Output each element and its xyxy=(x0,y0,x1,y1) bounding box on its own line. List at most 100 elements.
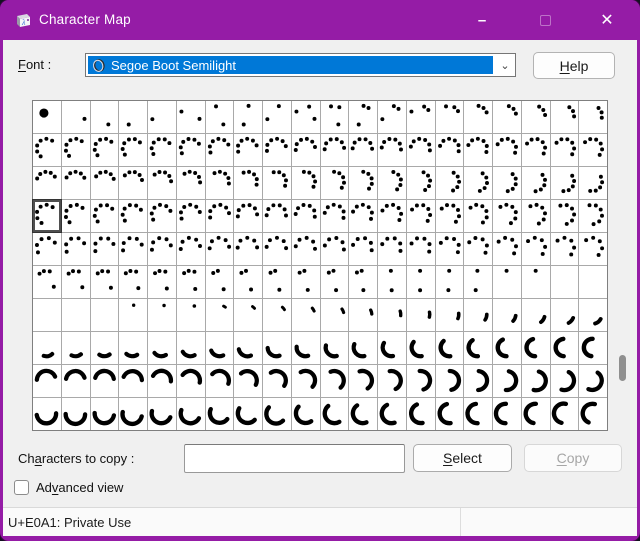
character-cell[interactable] xyxy=(435,134,464,166)
character-cell[interactable] xyxy=(406,332,435,364)
character-cell[interactable] xyxy=(291,101,320,133)
advanced-view-checkbox[interactable] xyxy=(14,480,29,495)
character-cell[interactable] xyxy=(550,167,579,199)
character-cell[interactable] xyxy=(464,101,492,133)
character-cell[interactable] xyxy=(234,299,262,331)
character-cell[interactable] xyxy=(406,101,435,133)
character-cell[interactable] xyxy=(291,134,320,166)
character-cell[interactable] xyxy=(61,299,90,331)
character-cell[interactable] xyxy=(291,233,320,265)
character-cell[interactable] xyxy=(90,398,119,430)
character-cell[interactable] xyxy=(550,200,579,232)
character-cell[interactable] xyxy=(349,134,377,166)
character-cell[interactable] xyxy=(176,200,205,232)
character-cell[interactable] xyxy=(493,398,521,430)
character-cell[interactable] xyxy=(148,233,176,265)
character-cell[interactable] xyxy=(435,299,464,331)
characters-to-copy-input[interactable] xyxy=(184,444,405,473)
character-cell[interactable] xyxy=(349,398,377,430)
chevron-down-icon[interactable]: ⌄ xyxy=(495,54,515,76)
copy-button[interactable]: Copy xyxy=(524,444,622,472)
character-cell[interactable] xyxy=(464,299,492,331)
character-cell[interactable] xyxy=(90,332,119,364)
character-cell[interactable] xyxy=(435,332,464,364)
character-cell[interactable] xyxy=(521,167,550,199)
character-cell[interactable] xyxy=(378,365,406,397)
character-cell[interactable] xyxy=(119,299,147,331)
character-cell[interactable] xyxy=(320,332,349,364)
character-cell[interactable] xyxy=(320,134,349,166)
character-grid[interactable] xyxy=(32,100,608,431)
character-cell[interactable] xyxy=(291,200,320,232)
character-cell[interactable] xyxy=(493,365,521,397)
character-cell[interactable] xyxy=(61,101,90,133)
character-cell[interactable] xyxy=(234,167,262,199)
character-cell[interactable] xyxy=(579,200,607,232)
character-cell[interactable] xyxy=(521,365,550,397)
character-cell[interactable] xyxy=(61,134,90,166)
character-cell[interactable] xyxy=(148,167,176,199)
character-cell[interactable] xyxy=(205,134,234,166)
character-cell[interactable] xyxy=(378,200,406,232)
character-cell[interactable] xyxy=(349,101,377,133)
grid-scrollbar-thumb[interactable] xyxy=(619,355,626,381)
character-cell[interactable] xyxy=(119,398,147,430)
character-cell[interactable] xyxy=(550,101,579,133)
help-button[interactable]: Help xyxy=(533,52,615,79)
character-cell[interactable] xyxy=(205,167,234,199)
character-cell[interactable] xyxy=(579,101,607,133)
maximize-button[interactable] xyxy=(522,0,568,40)
character-cell[interactable] xyxy=(521,101,550,133)
character-cell[interactable] xyxy=(320,233,349,265)
character-cell[interactable] xyxy=(464,365,492,397)
select-button[interactable]: Select xyxy=(413,444,512,472)
character-cell[interactable] xyxy=(435,167,464,199)
character-cell[interactable] xyxy=(521,233,550,265)
character-cell[interactable] xyxy=(521,200,550,232)
character-cell[interactable] xyxy=(61,332,90,364)
character-cell[interactable] xyxy=(406,266,435,298)
character-cell[interactable] xyxy=(579,167,607,199)
character-cell[interactable] xyxy=(550,266,579,298)
character-cell[interactable] xyxy=(378,332,406,364)
character-cell[interactable] xyxy=(550,134,579,166)
character-cell[interactable] xyxy=(320,299,349,331)
character-cell[interactable] xyxy=(435,266,464,298)
character-cell[interactable] xyxy=(349,266,377,298)
character-cell[interactable] xyxy=(291,299,320,331)
character-cell[interactable] xyxy=(176,398,205,430)
character-cell[interactable] xyxy=(349,167,377,199)
character-cell[interactable] xyxy=(579,398,607,430)
character-cell[interactable] xyxy=(263,398,291,430)
character-cell[interactable] xyxy=(435,365,464,397)
minimize-button[interactable]: – xyxy=(459,0,505,40)
character-cell[interactable] xyxy=(148,101,176,133)
character-cell[interactable] xyxy=(320,266,349,298)
character-cell[interactable] xyxy=(493,101,521,133)
character-cell[interactable] xyxy=(205,266,234,298)
character-cell[interactable] xyxy=(148,200,176,232)
character-cell-selected[interactable] xyxy=(33,200,61,232)
character-cell[interactable] xyxy=(349,332,377,364)
character-cell[interactable] xyxy=(406,233,435,265)
character-cell[interactable] xyxy=(33,101,61,133)
character-cell[interactable] xyxy=(176,332,205,364)
character-cell[interactable] xyxy=(291,167,320,199)
character-cell[interactable] xyxy=(33,398,61,430)
character-cell[interactable] xyxy=(205,332,234,364)
character-cell[interactable] xyxy=(61,398,90,430)
character-cell[interactable] xyxy=(263,365,291,397)
character-cell[interactable] xyxy=(493,200,521,232)
character-cell[interactable] xyxy=(521,134,550,166)
character-cell[interactable] xyxy=(119,134,147,166)
character-cell[interactable] xyxy=(61,167,90,199)
character-cell[interactable] xyxy=(435,101,464,133)
character-cell[interactable] xyxy=(33,167,61,199)
character-cell[interactable] xyxy=(550,299,579,331)
character-cell[interactable] xyxy=(263,167,291,199)
character-cell[interactable] xyxy=(378,134,406,166)
character-cell[interactable] xyxy=(205,233,234,265)
character-cell[interactable] xyxy=(406,134,435,166)
character-cell[interactable] xyxy=(464,398,492,430)
character-cell[interactable] xyxy=(61,266,90,298)
